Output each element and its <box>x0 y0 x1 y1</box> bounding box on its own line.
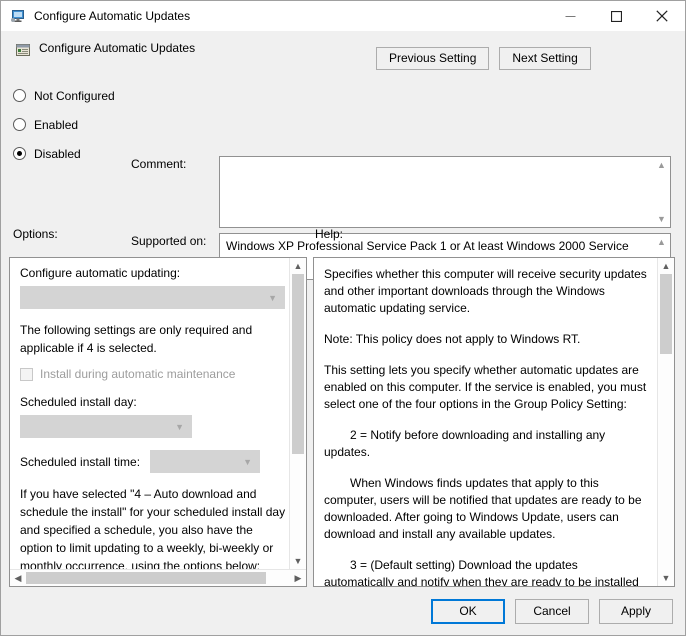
scheduled-install-time-label: Scheduled install time: <box>20 454 141 469</box>
help-paragraph: 3 = (Default setting) Download the updat… <box>324 558 639 586</box>
scheduled-install-day-combo[interactable]: ▼ <box>20 415 192 438</box>
options-vertical-scrollbar[interactable]: ▲ ▼ <box>289 258 306 569</box>
radio-not-configured-label: Not Configured <box>34 88 115 103</box>
setting-navigation: Previous Setting Next Setting <box>376 47 591 70</box>
install-during-maintenance-row[interactable]: Install during automatic maintenance <box>20 367 279 381</box>
previous-setting-button[interactable]: Previous Setting <box>376 47 490 70</box>
dialog-footer: OK Cancel Apply <box>1 587 685 635</box>
setting-title: Configure Automatic Updates <box>39 41 196 55</box>
policy-setting-icon <box>15 42 31 58</box>
chevron-up-icon[interactable]: ▲ <box>657 157 666 173</box>
radio-disabled-label: Disabled <box>34 146 81 161</box>
options-content: Configure automatic updating: ▼ The foll… <box>10 258 289 569</box>
radio-not-configured-indicator <box>13 89 26 102</box>
chevron-down-icon: ▼ <box>175 421 184 432</box>
help-scroll-thumb[interactable] <box>660 274 672 354</box>
options-scroll-track[interactable] <box>290 274 306 553</box>
help-paragraph: Note: This policy does not apply to Wind… <box>324 332 581 346</box>
install-during-maintenance-checkbox[interactable] <box>20 367 33 381</box>
scroll-left-icon[interactable]: ◀ <box>10 570 26 586</box>
supported-on-label: Supported on: <box>131 234 207 248</box>
help-paragraph: When Windows finds updates that apply to… <box>324 476 642 541</box>
radio-not-configured[interactable]: Not Configured <box>13 83 115 108</box>
radio-disabled-indicator <box>13 147 26 160</box>
minimize-button[interactable] <box>547 1 593 31</box>
ok-button[interactable]: OK <box>431 598 505 624</box>
help-vertical-scrollbar[interactable]: ▲ ▼ <box>657 258 674 586</box>
configure-automatic-updates-dialog: Configure Automatic Updates Configure Au… <box>0 0 686 636</box>
options-note-text: The following settings are only required… <box>20 323 253 355</box>
comment-value[interactable] <box>220 157 653 227</box>
next-setting-button[interactable]: Next Setting <box>499 47 591 70</box>
options-scroll-thumb[interactable] <box>292 274 304 454</box>
monitor-policy-icon <box>10 8 26 24</box>
comment-field[interactable]: ▲ ▼ <box>219 156 671 228</box>
comment-label: Comment: <box>131 157 187 171</box>
scheduled-install-day-label: Scheduled install day: <box>20 395 137 409</box>
schedule-description: If you have selected "4 – Auto download … <box>20 487 286 569</box>
window-controls <box>547 1 685 31</box>
help-scroll-track[interactable] <box>658 274 674 570</box>
maximize-button[interactable] <box>593 1 639 31</box>
close-button[interactable] <box>639 1 685 31</box>
options-heading: Options: <box>13 227 58 241</box>
state-radio-group: Not Configured Enabled Disabled <box>13 83 115 170</box>
radio-enabled-indicator <box>13 118 26 131</box>
scroll-up-icon[interactable]: ▲ <box>290 258 306 274</box>
chevron-down-icon[interactable]: ▼ <box>657 211 666 227</box>
scheduled-install-time-combo[interactable]: ▼ <box>150 450 261 473</box>
options-horizontal-scrollbar[interactable]: ◀ ▶ <box>10 569 306 586</box>
chevron-down-icon: ▼ <box>243 456 253 467</box>
help-heading: Help: <box>315 227 344 241</box>
configure-updating-combo[interactable]: ▼ <box>20 286 285 309</box>
options-hscroll-thumb[interactable] <box>26 572 266 584</box>
apply-button[interactable]: Apply <box>599 598 673 624</box>
scroll-up-icon[interactable]: ▲ <box>658 258 674 274</box>
chevron-down-icon: ▼ <box>268 292 277 303</box>
scroll-down-icon[interactable]: ▼ <box>290 553 306 569</box>
chevron-up-icon[interactable]: ▲ <box>657 234 666 250</box>
help-panel-body: Specifies whether this computer will rec… <box>314 258 674 586</box>
setting-state-section: Not Configured Enabled Disabled Comment:… <box>1 69 685 280</box>
cancel-button[interactable]: Cancel <box>515 598 589 624</box>
options-hscroll-track[interactable] <box>26 570 290 586</box>
radio-enabled-label: Enabled <box>34 117 79 132</box>
scroll-down-icon[interactable]: ▼ <box>658 570 674 586</box>
radio-enabled[interactable]: Enabled <box>13 112 115 137</box>
window-title: Configure Automatic Updates <box>34 9 191 23</box>
help-content: Specifies whether this computer will rec… <box>314 258 657 586</box>
scroll-right-icon[interactable]: ▶ <box>290 570 306 586</box>
comment-scrollbar[interactable]: ▲ ▼ <box>653 157 670 227</box>
title-bar: Configure Automatic Updates <box>1 1 685 31</box>
help-paragraph: This setting lets you specify whether au… <box>324 363 647 411</box>
options-panel-body: Configure automatic updating: ▼ The foll… <box>10 258 306 569</box>
radio-disabled[interactable]: Disabled <box>13 141 115 166</box>
help-panel: Specifies whether this computer will rec… <box>313 257 675 587</box>
help-paragraph: 2 = Notify before downloading and instal… <box>324 428 606 459</box>
options-panel: Configure automatic updating: ▼ The foll… <box>9 257 307 587</box>
help-paragraph: Specifies whether this computer will rec… <box>324 267 647 315</box>
scheduled-install-time-row: Scheduled install time: ▼ <box>20 450 279 473</box>
configure-updating-label: Configure automatic updating: <box>20 266 181 280</box>
install-during-maintenance-label: Install during automatic maintenance <box>40 367 236 381</box>
